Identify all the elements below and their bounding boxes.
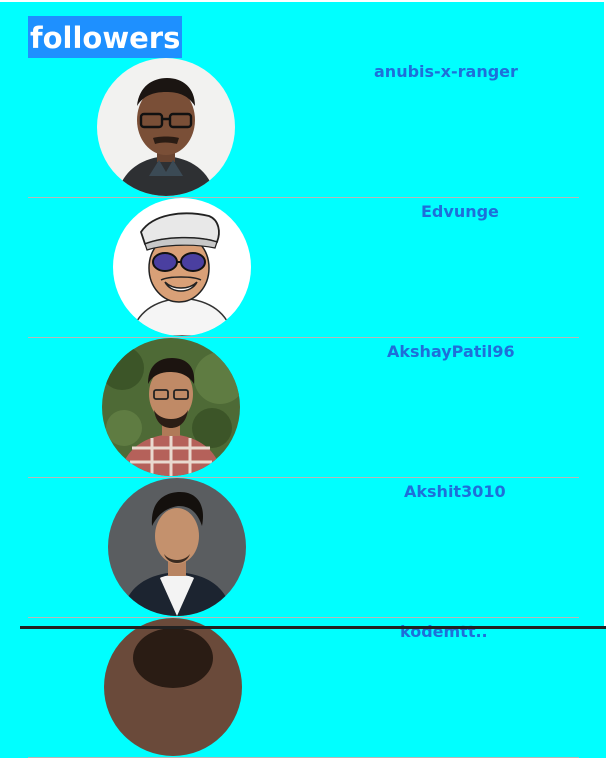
- follower-username[interactable]: anubis-x-ranger: [374, 62, 518, 81]
- person-photo-icon: [104, 618, 242, 756]
- person-photo-icon: [102, 338, 240, 476]
- follower-username[interactable]: Akshit3010: [404, 482, 506, 501]
- avatar[interactable]: [102, 338, 240, 476]
- person-photo-icon: [97, 58, 235, 196]
- avatar[interactable]: [108, 478, 246, 616]
- follower-username[interactable]: AkshayPatil96: [387, 342, 515, 361]
- follower-username[interactable]: Edvunge: [421, 202, 499, 221]
- list-item[interactable]: AkshayPatil96: [28, 338, 579, 478]
- followers-list: anubis-x-ranger Edvunge AkshayPatil96 Ak…: [28, 58, 579, 758]
- list-item[interactable]: anubis-x-ranger: [28, 58, 579, 198]
- top-edge: [0, 0, 606, 2]
- page-title: followers: [28, 16, 183, 58]
- avatar[interactable]: [97, 58, 235, 196]
- follower-username[interactable]: kodemtt..: [400, 622, 488, 641]
- list-item[interactable]: kodemtt..: [28, 618, 579, 758]
- person-photo-icon: [108, 478, 246, 616]
- avatar[interactable]: [104, 618, 242, 756]
- list-item[interactable]: Edvunge: [28, 198, 579, 338]
- avatar[interactable]: [113, 198, 251, 336]
- cartoon-avatar-icon: [113, 198, 251, 336]
- list-item[interactable]: Akshit3010: [28, 478, 579, 618]
